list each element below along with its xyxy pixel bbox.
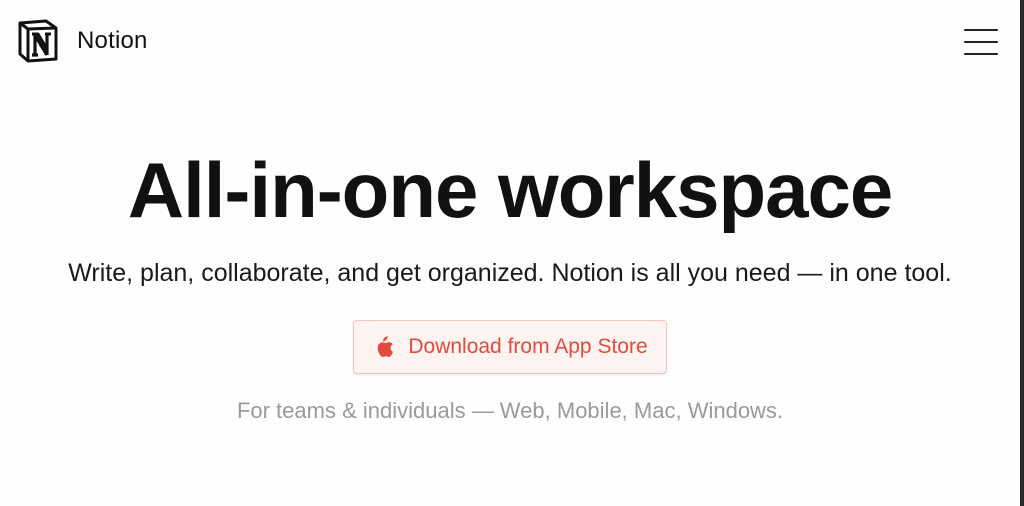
- cta-wrapper: Download from App Store: [0, 320, 1020, 374]
- download-app-store-button[interactable]: Download from App Store: [353, 320, 667, 374]
- brand-link[interactable]: Notion: [16, 17, 148, 65]
- menu-line: [964, 41, 998, 43]
- site-header: Notion: [0, 0, 1020, 84]
- hero-section: All-in-one workspace Write, plan, collab…: [0, 140, 1020, 424]
- page: Notion All-in-one workspace Write, plan,…: [0, 0, 1024, 506]
- window-edge: [1020, 0, 1024, 506]
- download-button-label: Download from App Store: [408, 335, 648, 358]
- hero-subtitle: Write, plan, collaborate, and get organi…: [68, 259, 952, 287]
- brand-name: Notion: [77, 27, 148, 54]
- hero-title: All-in-one workspace: [127, 146, 894, 234]
- notion-logo-icon: [18, 19, 58, 63]
- hamburger-menu-icon[interactable]: [964, 28, 998, 56]
- apple-icon: [378, 336, 394, 357]
- platforms-note: For teams & individuals — Web, Mobile, M…: [236, 398, 784, 423]
- menu-line: [964, 53, 998, 55]
- menu-line: [964, 29, 998, 31]
